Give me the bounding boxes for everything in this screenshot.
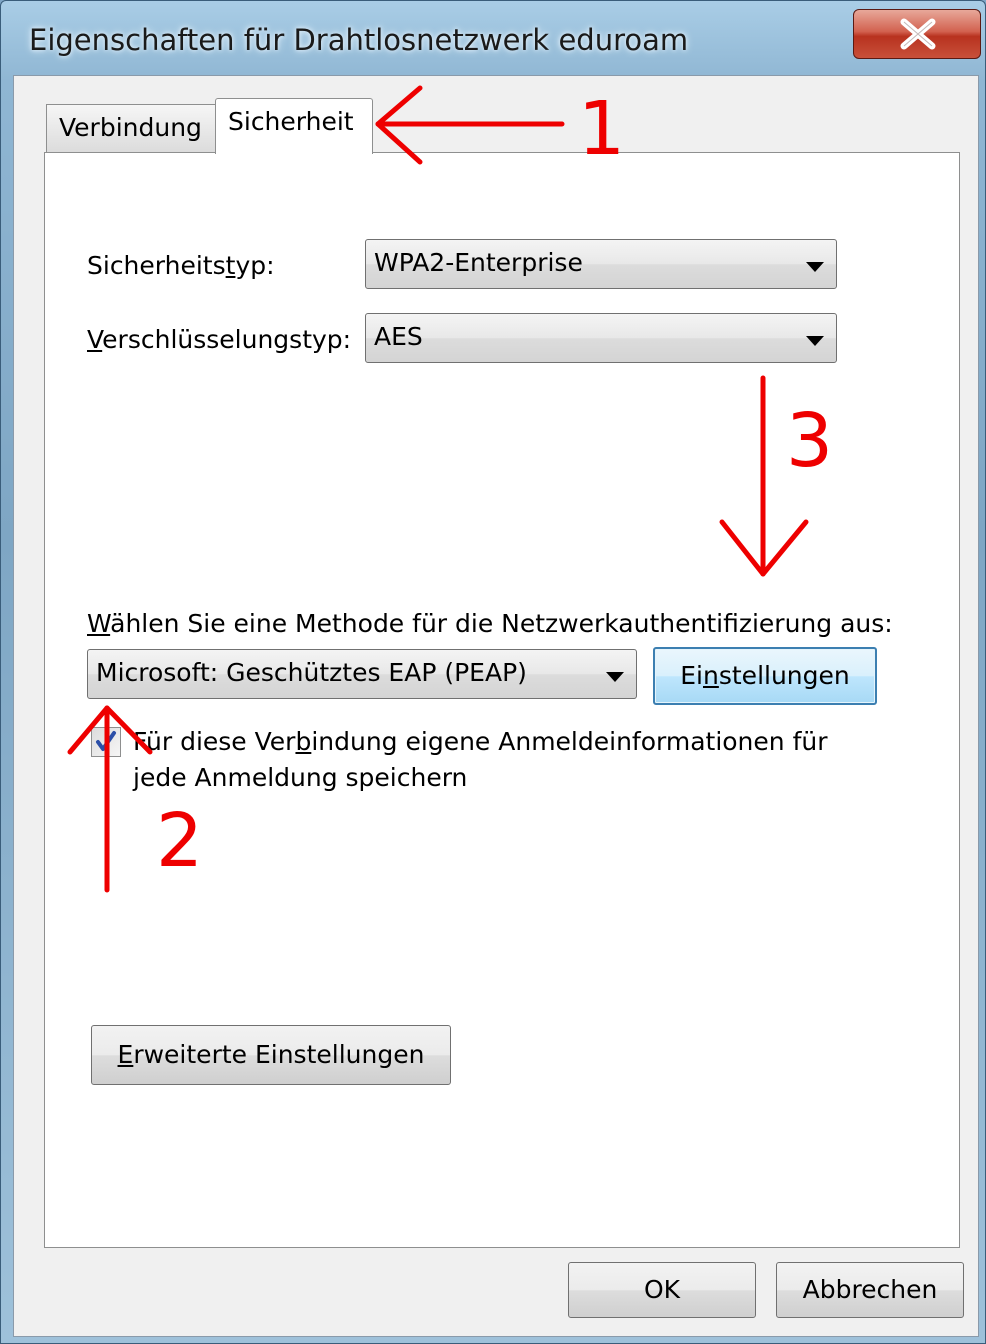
auth-settings-button[interactable]: Einstellungen [653, 647, 877, 705]
cancel-button[interactable]: Abbrechen [776, 1262, 964, 1318]
close-icon [900, 18, 936, 50]
remember-credentials-label-line1: Für diese Verbindung eigene Anmeldeinfor… [133, 727, 828, 756]
checkmark-icon [96, 731, 116, 751]
encryption-type-value: AES [374, 322, 423, 351]
security-tab-panel: Sicherheitstyp: WPA2-Enterprise Verschlü… [44, 152, 960, 1248]
encryption-type-dropdown[interactable]: AES [365, 313, 837, 363]
tab-verbindung-label: Verbindung [59, 113, 202, 142]
remember-credentials-label-line2: jede Anmeldung speichern [133, 763, 468, 792]
auth-method-dropdown[interactable]: Microsoft: Geschütztes EAP (PEAP) [87, 649, 637, 699]
dropdown-arrow-icon [806, 336, 824, 346]
encryption-type-label: Verschlüsselungstyp: [87, 325, 352, 354]
dropdown-arrow-icon [806, 262, 824, 272]
close-button[interactable] [853, 9, 981, 59]
properties-window: Eigenschaften für Drahtlosnetzwerk eduro… [0, 0, 986, 1344]
auth-method-label: Wählen Sie eine Methode für die Netzwerk… [87, 609, 893, 638]
ok-button[interactable]: OK [568, 1262, 756, 1318]
dialog-client-area: Verbindung Sicherheit Sicherheitstyp: WP… [13, 75, 979, 1337]
dropdown-arrow-icon [606, 672, 624, 682]
security-type-value: WPA2-Enterprise [374, 248, 583, 277]
security-type-dropdown[interactable]: WPA2-Enterprise [365, 239, 837, 289]
auth-method-value: Microsoft: Geschütztes EAP (PEAP) [96, 658, 527, 687]
title-bar[interactable]: Eigenschaften für Drahtlosnetzwerk eduro… [1, 1, 986, 81]
window-title: Eigenschaften für Drahtlosnetzwerk eduro… [29, 23, 689, 57]
annotation-number-3: 3 [786, 398, 834, 484]
tab-sicherheit-label: Sicherheit [228, 107, 354, 136]
tab-verbindung[interactable]: Verbindung [46, 104, 218, 152]
remember-credentials-checkbox[interactable] [91, 727, 121, 757]
tab-sicherheit[interactable]: Sicherheit [215, 98, 373, 154]
annotation-number-1: 1 [578, 86, 626, 172]
advanced-settings-button[interactable]: Erweiterte Einstellungen [91, 1025, 451, 1085]
annotation-number-2: 2 [156, 798, 204, 884]
security-type-label: Sicherheitstyp: [87, 251, 275, 280]
